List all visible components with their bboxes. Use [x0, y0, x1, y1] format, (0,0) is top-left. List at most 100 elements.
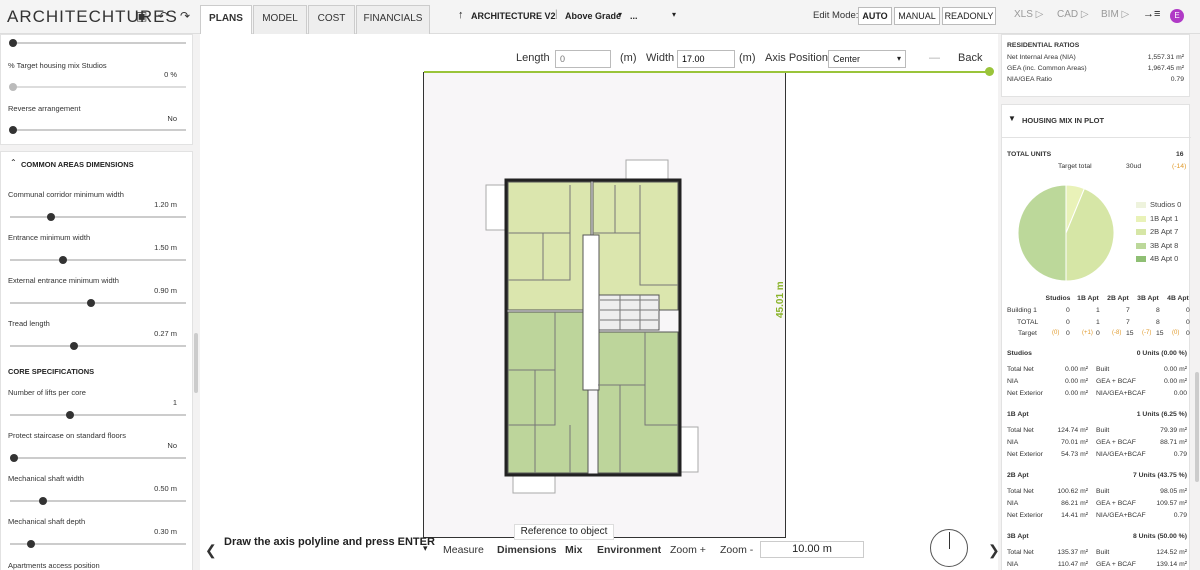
- slider-knob[interactable]: [69, 342, 78, 350]
- tool-environment[interactable]: Environment: [597, 544, 661, 556]
- axis-line[interactable]: [424, 71, 990, 73]
- stat-label: NIA/GEA+BCAF: [1096, 512, 1146, 519]
- slider[interactable]: [10, 342, 186, 350]
- level-select[interactable]: Above Grade: [565, 11, 621, 21]
- setting-label: Tread length: [8, 319, 50, 328]
- table-row-label: Target: [1018, 330, 1037, 337]
- mode-readonly[interactable]: READONLY: [942, 7, 996, 25]
- back-button[interactable]: Back: [958, 52, 982, 64]
- chevron-down-icon[interactable]: ▾: [672, 10, 676, 19]
- stat-label: NIA/GEA+BCAF: [1096, 451, 1146, 458]
- slider[interactable]: [10, 540, 186, 548]
- core-specs-title: CORE SPECIFICATIONS: [8, 367, 95, 376]
- setting-value: No: [167, 441, 177, 450]
- apartment-3b[interactable]: [507, 311, 589, 474]
- housing-mix-title[interactable]: HOUSING MIX IN PLOT: [1022, 116, 1104, 125]
- axis-handle[interactable]: [985, 67, 994, 76]
- slider[interactable]: [10, 497, 186, 505]
- export-cad[interactable]: CAD ▷: [1057, 9, 1089, 20]
- chevron-down-icon[interactable]: ▾: [618, 10, 622, 19]
- stat-label: NIA: [1007, 439, 1019, 446]
- tool-dimensions[interactable]: Dimensions: [497, 544, 557, 556]
- stat-label: GEA + BCAF: [1096, 561, 1136, 568]
- unit-type-name: 2B Apt: [1007, 472, 1029, 479]
- apartment-3b[interactable]: [597, 331, 679, 474]
- tab-model[interactable]: MODEL: [253, 5, 307, 35]
- slider-knob: [9, 83, 17, 91]
- slider[interactable]: [10, 299, 186, 307]
- pie-slice-3b-apt[interactable]: [1017, 184, 1067, 282]
- more-button[interactable]: ...: [630, 11, 638, 21]
- undo-icon[interactable]: ↶: [158, 9, 168, 23]
- arrow-up-icon[interactable]: ↑: [458, 9, 464, 21]
- chevron-down-icon[interactable]: ▾: [423, 543, 428, 554]
- table-header: Studios: [1045, 295, 1071, 302]
- zoom-in-button[interactable]: Zoom +: [670, 544, 706, 556]
- slider-knob[interactable]: [86, 299, 95, 307]
- chevron-left-icon[interactable]: ❮: [205, 542, 217, 559]
- stat-value: 86.21 m²: [1061, 500, 1088, 507]
- slider-knob[interactable]: [9, 39, 17, 47]
- housing-mix-pie: [1017, 184, 1115, 282]
- zoom-level[interactable]: 10.00 m: [760, 541, 864, 558]
- tool-mix[interactable]: Mix: [565, 544, 583, 556]
- slider-knob[interactable]: [10, 454, 18, 462]
- slider[interactable]: [9, 39, 186, 47]
- left-scrollbar[interactable]: [194, 333, 198, 393]
- compass-icon[interactable]: [930, 529, 968, 567]
- residential-ratios-card: RESIDENTIAL RATIOS Net Internal Area (NI…: [1001, 34, 1190, 97]
- right-scrollbar[interactable]: [1195, 372, 1199, 482]
- common-areas-title[interactable]: COMMON AREAS DIMENSIONS: [21, 160, 134, 169]
- stat-label: Total Net: [1007, 488, 1034, 495]
- table-cell: 1: [1096, 318, 1100, 326]
- table-cell: 0: [1066, 318, 1070, 326]
- stat-value: 14.41 m²: [1061, 512, 1088, 519]
- tab-financials[interactable]: FINANCIALS: [356, 5, 430, 35]
- tab-cost[interactable]: COST: [308, 5, 355, 35]
- slider-knob[interactable]: [59, 256, 68, 264]
- unit-type-count: 1 Units (6.25 %): [1136, 411, 1187, 418]
- slider-knob[interactable]: [47, 213, 56, 221]
- tab-plans[interactable]: PLANS: [200, 5, 252, 35]
- slider[interactable]: [10, 256, 186, 264]
- table-cell: 0: [1186, 318, 1190, 326]
- length-input[interactable]: [555, 50, 611, 68]
- setting-value: 1.20 m: [154, 200, 177, 209]
- slider[interactable]: [10, 454, 186, 462]
- chevron-down-icon: ▾: [896, 54, 901, 63]
- export-xls[interactable]: XLS ▷: [1014, 9, 1043, 20]
- slider[interactable]: [9, 126, 186, 134]
- slider[interactable]: [10, 411, 186, 419]
- slider-knob[interactable]: [66, 411, 75, 419]
- stat-label: Net Exterior: [1007, 451, 1043, 458]
- mode-auto[interactable]: AUTO: [858, 7, 892, 25]
- unit-type-name: Studios: [1007, 350, 1032, 357]
- total-units-value: 16: [1176, 151, 1184, 158]
- redo-icon[interactable]: ↷: [180, 9, 190, 23]
- apartment-2b[interactable]: [507, 181, 592, 311]
- chevron-down-icon[interactable]: ▼: [1008, 114, 1016, 123]
- slider-knob[interactable]: [27, 540, 35, 548]
- apartment-2b[interactable]: [592, 181, 679, 311]
- floor-plan[interactable]: [480, 155, 710, 495]
- stat-value: 70.01 m²: [1061, 439, 1088, 446]
- zoom-out-button[interactable]: Zoom -: [720, 544, 753, 556]
- tool-measure[interactable]: Measure: [443, 544, 484, 556]
- avatar[interactable]: E: [1170, 9, 1184, 23]
- compass-needle: [949, 532, 950, 549]
- save-icon[interactable]: ▣: [136, 9, 147, 23]
- mode-manual[interactable]: MANUAL: [894, 7, 940, 25]
- export-bim[interactable]: BIM ▷: [1101, 9, 1129, 20]
- chevron-up-icon[interactable]: ⌃: [10, 158, 17, 167]
- slider[interactable]: [10, 213, 186, 221]
- axis-position-select[interactable]: Center ▾: [828, 50, 906, 68]
- stat-label: GEA + BCAF: [1096, 439, 1136, 446]
- access-position-label: Apartments access position: [8, 561, 100, 570]
- slider-knob[interactable]: [9, 126, 17, 134]
- list-icon[interactable]: →≡: [1143, 8, 1160, 20]
- slider-knob[interactable]: [38, 497, 47, 505]
- width-input[interactable]: [677, 50, 735, 68]
- stat-value: 135.37 m²: [1057, 549, 1088, 556]
- table-cell: 1: [1096, 307, 1100, 314]
- project-name[interactable]: ARCHITECTURE V2: [471, 11, 556, 21]
